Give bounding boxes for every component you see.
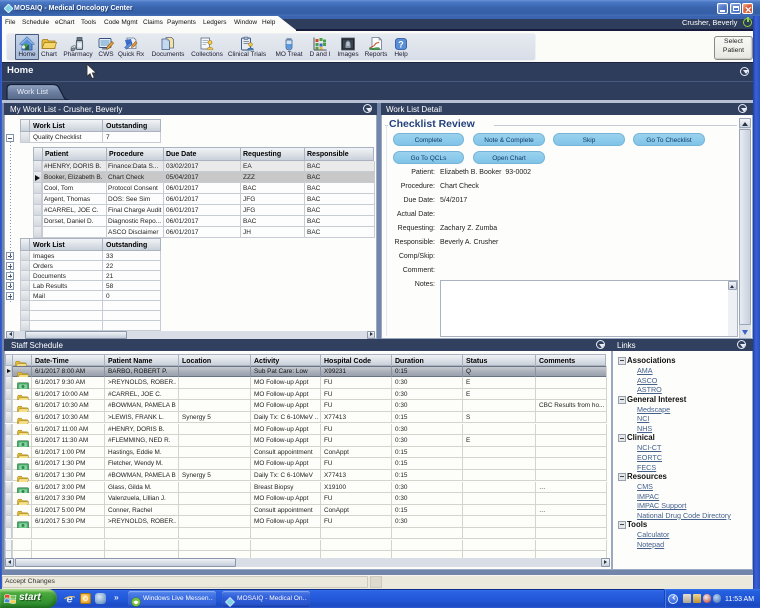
svg-text:?: ? xyxy=(398,40,404,50)
svg-text:e: e xyxy=(66,593,72,605)
